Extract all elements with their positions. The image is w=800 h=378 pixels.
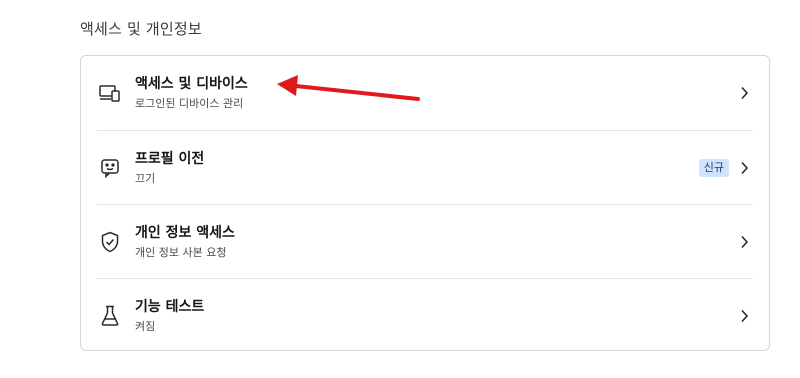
chevron-right-icon — [737, 235, 751, 249]
row-subtitle: 개인 정보 사본 요청 — [135, 245, 227, 259]
row-text: 액세스 및 디바이스 로그인된 디바이스 관리 — [135, 75, 737, 111]
row-subtitle: 끄기 — [135, 171, 156, 185]
settings-card: 액세스 및 디바이스 로그인된 디바이스 관리 프로필 이전 끄기 신규 개인 … — [80, 55, 770, 351]
settings-row-profile-transfer[interactable]: 프로필 이전 끄기 신규 — [97, 130, 753, 204]
settings-page: 액세스 및 개인정보 액세스 및 디바이스 로그인된 디바이스 관리 프로필 이… — [0, 0, 800, 378]
settings-row-access-devices[interactable]: 액세스 및 디바이스 로그인된 디바이스 관리 — [97, 56, 753, 130]
row-text: 기능 테스트 켜짐 — [135, 298, 737, 334]
row-title: 액세스 및 디바이스 — [135, 76, 248, 92]
new-badge: 신규 — [698, 158, 729, 177]
chevron-right-icon — [737, 161, 751, 175]
row-title: 기능 테스트 — [135, 298, 205, 315]
chevron-right-icon — [737, 309, 751, 323]
devices-icon — [98, 81, 122, 105]
settings-row-personal-info-access[interactable]: 개인 정보 액세스 개인 정보 사본 요청 — [97, 204, 753, 278]
flask-icon — [98, 304, 122, 328]
row-subtitle: 켜짐 — [135, 319, 156, 333]
profile-transfer-icon — [98, 156, 122, 180]
row-text: 프로필 이전 끄기 — [135, 150, 699, 186]
shield-check-icon — [98, 230, 122, 254]
chevron-right-icon — [737, 86, 751, 100]
settings-row-feature-test[interactable]: 기능 테스트 켜짐 — [97, 278, 753, 352]
row-text: 개인 정보 액세스 개인 정보 사본 요청 — [135, 224, 737, 260]
row-title: 프로필 이전 — [135, 150, 205, 167]
row-subtitle: 로그인된 디바이스 관리 — [135, 97, 244, 110]
row-title: 개인 정보 액세스 — [135, 224, 235, 241]
section-title: 액세스 및 개인정보 — [80, 20, 202, 38]
